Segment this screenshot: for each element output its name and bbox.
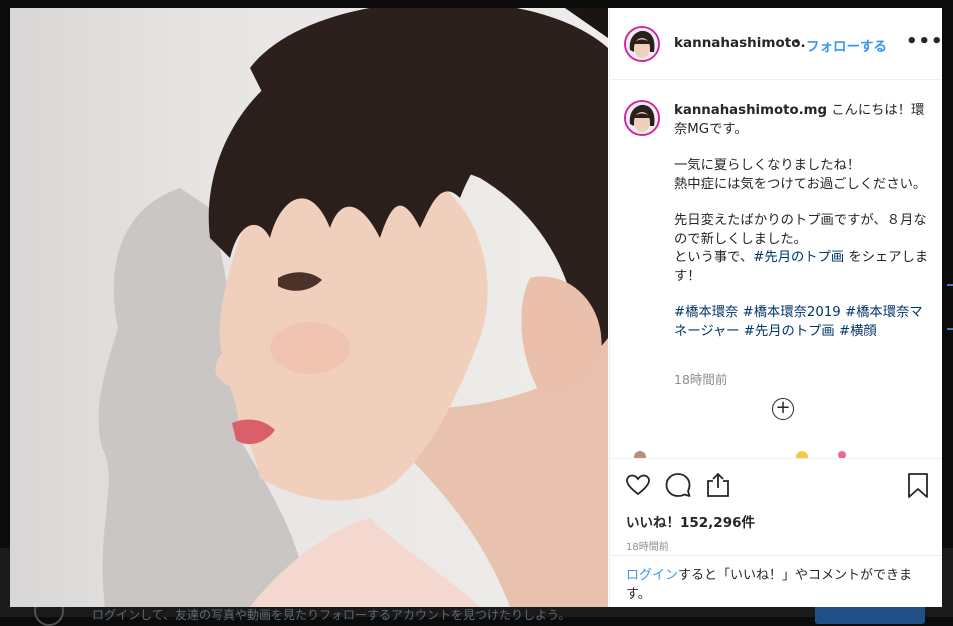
hashtag-link[interactable]: #橋本環奈2019 [743, 305, 841, 320]
follow-button[interactable]: フォローする [806, 35, 887, 55]
post-header: kannahashimoto. • フォローする ••• [610, 8, 942, 80]
hashtag-link[interactable]: #先月のトプ画 [744, 324, 835, 339]
separator-dot: • [793, 35, 801, 50]
post-author-username[interactable]: kannahashimoto. [674, 35, 806, 51]
login-prompt: ログインすると「いいね！」やコメントができます。 [610, 555, 942, 607]
caption-avatar[interactable] [624, 100, 660, 136]
background-footer-text: ログインして、友達の写真や動画を見たりフォローするアカウントを見つけたりしよう。 [92, 608, 571, 622]
plus-circle-icon[interactable]: + [772, 398, 794, 420]
post-sidebar: kannahashimoto. • フォローする ••• kannahashim… [609, 8, 942, 607]
caption-paragraph: 一気に夏らしくなりましたね！ 熱中症には気をつけてお過ごしください。 [674, 158, 927, 192]
heart-icon[interactable] [624, 471, 652, 499]
caption-timestamp: 18時間前 [674, 372, 728, 387]
share-icon[interactable] [704, 471, 732, 499]
comment-icon[interactable] [664, 471, 692, 499]
hashtag-list: #橋本環奈 #橋本環奈2019 #橋本環奈マネージャー #先月のトプ画 #横顔 [674, 304, 932, 341]
hashtag-link[interactable]: #先月のトプ画 [753, 250, 844, 265]
bookmark-icon[interactable] [904, 471, 932, 499]
more-options-icon[interactable]: ••• [906, 31, 942, 52]
post-caption: kannahashimoto.mg こんにちは！環奈MGです。 一気に夏らしくな… [674, 102, 932, 359]
login-link[interactable]: ログイン [626, 568, 678, 583]
post-photo [10, 8, 608, 607]
caption-username[interactable]: kannahashimoto.mg [674, 103, 827, 118]
background-edge-mark [947, 284, 953, 286]
background-signup-button [815, 604, 925, 624]
hashtag-link[interactable]: #橋本環奈 [674, 305, 738, 320]
avatar[interactable] [624, 26, 660, 62]
post-actions: いいね！152,296件 18時間前 ログインすると「いいね！」やコメントができ… [610, 458, 942, 607]
post-timestamp: 18時間前 [626, 542, 669, 553]
like-count[interactable]: いいね！152,296件 [626, 511, 755, 531]
background-edge-mark [947, 328, 953, 330]
hashtag-link[interactable]: #横顔 [839, 324, 877, 339]
post-modal: kannahashimoto. • フォローする ••• kannahashim… [10, 8, 942, 607]
